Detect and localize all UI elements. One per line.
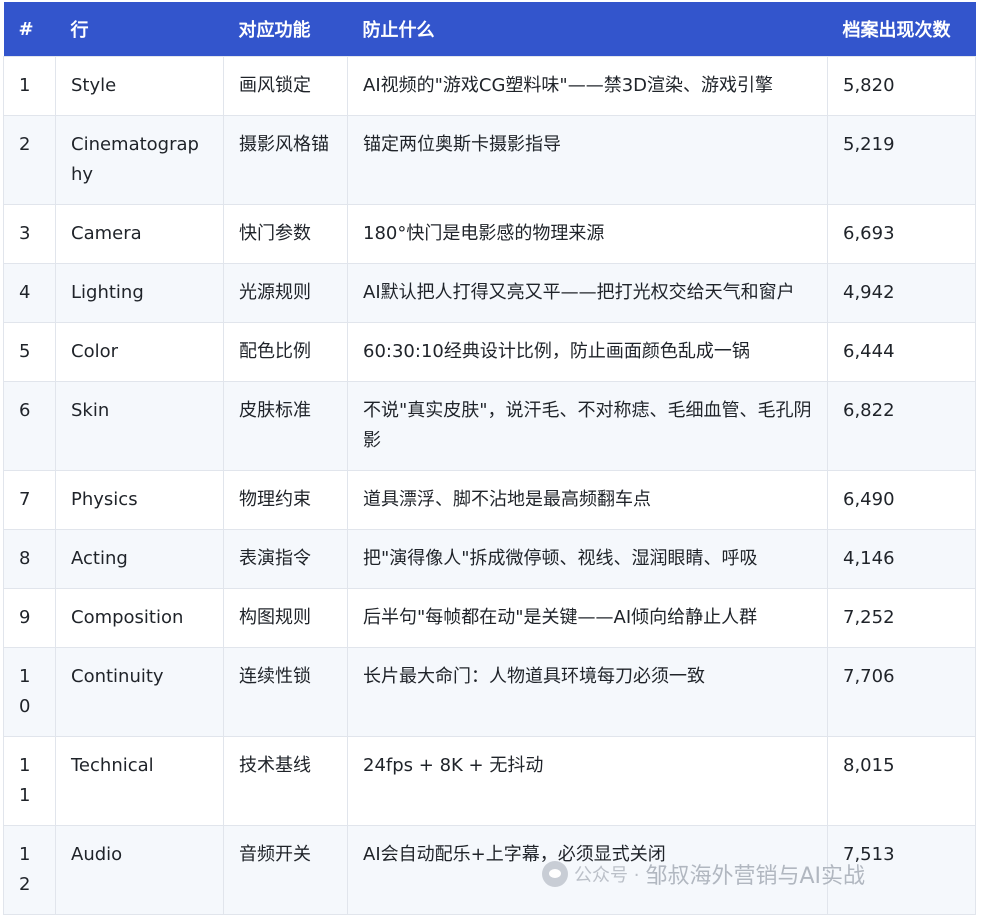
cell-count: 5,820 xyxy=(827,56,976,116)
cell-num: 12 xyxy=(3,825,56,915)
cell-prevents: 60:30:10经典设计比例，防止画面颜色乱成一锅 xyxy=(347,322,828,382)
cell-row-name: Style xyxy=(55,56,224,116)
watermark: 公众号 · 邹叔海外营销与AI实战 xyxy=(542,858,865,890)
cell-prevents: AI默认把人打得又亮又平——把打光权交给天气和窗户 xyxy=(347,263,828,323)
table-row: 11 Technical 技术基线 24fps + 8K + 无抖动 8,015 xyxy=(3,736,976,826)
cell-row-name: Cinematography xyxy=(55,115,224,205)
cell-function: 连续性锁 xyxy=(223,647,348,737)
cell-count: 5,219 xyxy=(827,115,976,205)
cell-count: 8,015 xyxy=(827,736,976,826)
cell-function: 物理约束 xyxy=(223,470,348,530)
watermark-text: 邹叔海外营销与AI实战 xyxy=(645,864,865,889)
table-row: 2 Cinematography 摄影风格锚 锚定两位奥斯卡摄影指导 5,219 xyxy=(3,115,976,205)
wechat-icon xyxy=(542,861,568,887)
cell-function: 画风锁定 xyxy=(223,56,348,116)
table-row: 5 Color 配色比例 60:30:10经典设计比例，防止画面颜色乱成一锅 6,444 xyxy=(3,322,976,382)
table-row: 8 Acting 表演指令 把"演得像人"拆成微停顿、视线、湿润眼睛、呼吸 4,146 xyxy=(3,529,976,589)
cell-row-name: Skin xyxy=(55,381,224,471)
cell-row-name: Physics xyxy=(55,470,224,530)
cell-count: 4,146 xyxy=(827,529,976,589)
cell-row-name: Lighting xyxy=(55,263,224,323)
table-row: 10 Continuity 连续性锁 长片最大命门：人物道具环境每刀必须一致 7,706 xyxy=(3,647,976,737)
cell-row-name: Technical xyxy=(55,736,224,826)
watermark-prefix: 公众号 · xyxy=(574,865,640,886)
cell-count: 6,444 xyxy=(827,322,976,382)
cell-function: 构图规则 xyxy=(223,588,348,648)
cell-function: 音频开关 xyxy=(223,825,348,915)
cell-function: 配色比例 xyxy=(223,322,348,382)
table-row: 6 Skin 皮肤标准 不说"真实皮肤"，说汗毛、不对称痣、毛细血管、毛孔阴影 6,82… xyxy=(3,381,976,471)
cell-prevents: 把"演得像人"拆成微停顿、视线、湿润眼睛、呼吸 xyxy=(347,529,828,589)
cell-row-name: Audio xyxy=(55,825,224,915)
table-row: 9 Composition 构图规则 后半句"每帧都在动"是关键——AI倾向给静止人群… xyxy=(3,588,976,648)
table-row: 1 Style 画风锁定 AI视频的"游戏CG塑料味"——禁3D渲染、游戏引擎 5,82… xyxy=(3,56,976,116)
cell-count: 6,693 xyxy=(827,204,976,264)
cell-prevents: 24fps + 8K + 无抖动 xyxy=(347,736,828,826)
table-row: 3 Camera 快门参数 180°快门是电影感的物理来源 6,693 xyxy=(3,204,976,264)
table-header-row: # 行 对应功能 防止什么 档案出现次数 xyxy=(3,2,976,57)
cell-prevents: 长片最大命门：人物道具环境每刀必须一致 xyxy=(347,647,828,737)
cell-count: 6,822 xyxy=(827,381,976,471)
cell-function: 技术基线 xyxy=(223,736,348,826)
cell-num: 3 xyxy=(3,204,56,264)
cell-prevents: 锚定两位奥斯卡摄影指导 xyxy=(347,115,828,205)
cell-function: 皮肤标准 xyxy=(223,381,348,471)
cell-prevents: AI视频的"游戏CG塑料味"——禁3D渲染、游戏引擎 xyxy=(347,56,828,116)
table-body: 1 Style 画风锁定 AI视频的"游戏CG塑料味"——禁3D渲染、游戏引擎 5,82… xyxy=(3,56,976,915)
cell-count: 7,252 xyxy=(827,588,976,648)
header-num: # xyxy=(3,2,56,57)
cell-count: 6,490 xyxy=(827,470,976,530)
cell-function: 快门参数 xyxy=(223,204,348,264)
header-function: 对应功能 xyxy=(223,2,348,57)
header-row: 行 xyxy=(55,2,224,57)
cell-prevents: 后半句"每帧都在动"是关键——AI倾向给静止人群 xyxy=(347,588,828,648)
cell-num: 11 xyxy=(3,736,56,826)
prompt-rows-table: # 行 对应功能 防止什么 档案出现次数 1 Style 画风锁定 AI视频的"游戏C… xyxy=(3,2,976,915)
cell-num: 4 xyxy=(3,263,56,323)
cell-count: 4,942 xyxy=(827,263,976,323)
cell-function: 光源规则 xyxy=(223,263,348,323)
cell-row-name: Continuity xyxy=(55,647,224,737)
cell-num: 5 xyxy=(3,322,56,382)
header-count: 档案出现次数 xyxy=(827,2,976,57)
cell-function: 摄影风格锚 xyxy=(223,115,348,205)
cell-num: 9 xyxy=(3,588,56,648)
cell-row-name: Color xyxy=(55,322,224,382)
table-row: 7 Physics 物理约束 道具漂浮、脚不沾地是最高频翻车点 6,490 xyxy=(3,470,976,530)
cell-num: 7 xyxy=(3,470,56,530)
cell-num: 1 xyxy=(3,56,56,116)
cell-num: 6 xyxy=(3,381,56,471)
cell-row-name: Acting xyxy=(55,529,224,589)
cell-count: 7,706 xyxy=(827,647,976,737)
cell-prevents: 道具漂浮、脚不沾地是最高频翻车点 xyxy=(347,470,828,530)
cell-num: 10 xyxy=(3,647,56,737)
cell-row-name: Camera xyxy=(55,204,224,264)
cell-row-name: Composition xyxy=(55,588,224,648)
cell-num: 2 xyxy=(3,115,56,205)
cell-function: 表演指令 xyxy=(223,529,348,589)
header-prevents: 防止什么 xyxy=(347,2,828,57)
cell-num: 8 xyxy=(3,529,56,589)
cell-prevents: 不说"真实皮肤"，说汗毛、不对称痣、毛细血管、毛孔阴影 xyxy=(347,381,828,471)
cell-prevents: 180°快门是电影感的物理来源 xyxy=(347,204,828,264)
table-row: 4 Lighting 光源规则 AI默认把人打得又亮又平——把打光权交给天气和窗户 4,… xyxy=(3,263,976,323)
